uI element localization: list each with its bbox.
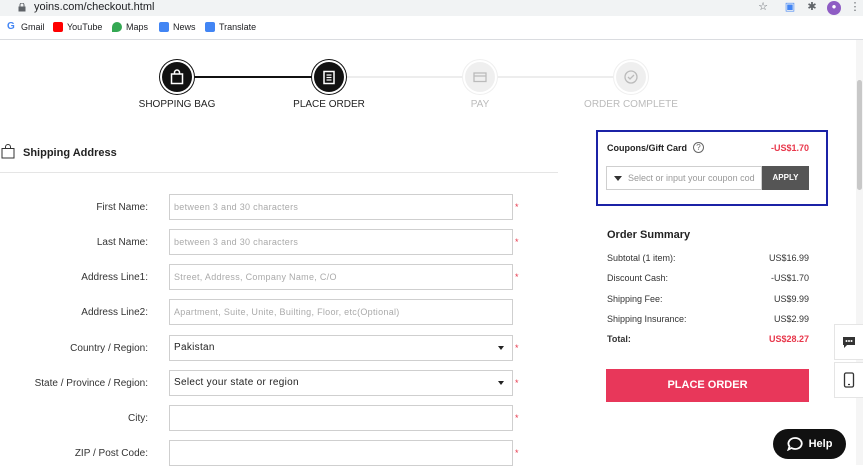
- step-place-order: [314, 62, 344, 92]
- menu-icon[interactable]: ⋮: [849, 1, 861, 13]
- place-order-button[interactable]: PLACE ORDER: [606, 369, 809, 402]
- country-region-value: Pakistan: [174, 342, 215, 353]
- first-name-label: First Name:: [96, 202, 148, 213]
- subtotal-label: Subtotal (1 item):: [607, 253, 676, 263]
- star-icon[interactable]: ☆: [757, 1, 769, 13]
- shipping-address-title: Shipping Address: [23, 147, 117, 159]
- required-marker: *: [515, 448, 519, 458]
- required-marker: *: [515, 202, 519, 212]
- state-province-value: Select your state or region: [174, 377, 299, 388]
- divider: [0, 172, 558, 173]
- chat-tool[interactable]: [834, 324, 863, 360]
- step-label-shopping-bag: SHOPPING BAG: [138, 99, 216, 110]
- zip-code-label: ZIP / Post Code:: [74, 448, 148, 459]
- shopping-bag-icon: [170, 69, 184, 85]
- order-summary-title: Order Summary: [607, 229, 691, 241]
- zip-code-input[interactable]: [169, 440, 513, 466]
- translate-extension-icon[interactable]: ▣: [784, 1, 796, 13]
- country-region-label: Country / Region:: [70, 343, 148, 354]
- clipboard-icon: [323, 70, 335, 85]
- url-text: yoins.com/checkout.html: [34, 1, 155, 13]
- step-label-place-order: PLACE ORDER: [293, 99, 365, 110]
- address-line2-input[interactable]: Apartment, Suite, Unite, Builting, Floor…: [169, 299, 513, 325]
- city-label: City:: [128, 413, 148, 424]
- shipping-fee-value: US$9.99: [773, 294, 809, 304]
- city-input[interactable]: [169, 405, 513, 431]
- address-line1-label: Address Line1:: [81, 272, 148, 283]
- discount-value: -US$1.70: [770, 273, 809, 283]
- coupon-title: Coupons/Gift Card: [607, 143, 687, 153]
- shipping-fee-label: Shipping Fee:: [607, 294, 663, 304]
- bookmark-maps[interactable]: Maps: [112, 22, 148, 32]
- apply-button[interactable]: APPLY: [762, 166, 809, 190]
- chat-bubble-icon: [843, 337, 855, 348]
- last-name-label: Last Name:: [96, 237, 148, 248]
- state-province-label: State / Province / Region:: [34, 378, 148, 389]
- bookmarks-bar: G Gmail YouTube Maps News Translate: [0, 16, 863, 40]
- first-name-input[interactable]: between 3 and 30 characters: [169, 194, 513, 220]
- coupon-input[interactable]: Select or input your coupon cod: [606, 166, 762, 190]
- required-marker: *: [515, 413, 519, 423]
- help-button[interactable]: Help: [773, 429, 846, 459]
- scrollbar-thumb[interactable]: [857, 80, 862, 190]
- subtotal-value: US$16.99: [768, 253, 809, 263]
- lock-icon: [18, 3, 26, 12]
- step-pay: [465, 62, 495, 92]
- coupon-amount: -US$1.70: [770, 143, 809, 153]
- total-value: US$28.27: [768, 334, 809, 344]
- required-marker: *: [515, 378, 519, 388]
- bookmark-youtube[interactable]: YouTube: [53, 22, 102, 32]
- chevron-down-icon: [498, 346, 504, 350]
- chat-icon: [786, 437, 803, 451]
- check-circle-icon: [624, 70, 638, 84]
- step-line-done: [177, 76, 329, 78]
- address-line2-label: Address Line2:: [81, 307, 148, 318]
- step-label-order-complete: ORDER COMPLETE: [584, 99, 678, 110]
- step-label-pay: PAY: [470, 99, 490, 110]
- last-name-input[interactable]: between 3 and 30 characters: [169, 229, 513, 255]
- translate-icon: [205, 22, 215, 32]
- step-order-complete: [616, 62, 646, 92]
- required-marker: *: [515, 343, 519, 353]
- state-province-select[interactable]: Select your state or region: [169, 370, 513, 396]
- bookmark-translate[interactable]: Translate: [205, 22, 256, 32]
- address-bar[interactable]: yoins.com/checkout.html ☆ ▣ ✱ ● ⋮: [0, 0, 863, 16]
- chevron-down-icon[interactable]: [614, 176, 622, 181]
- news-icon: [159, 22, 169, 32]
- step-shopping-bag: [162, 62, 192, 92]
- gmail-icon: G: [7, 22, 17, 32]
- discount-label: Discount Cash:: [607, 273, 669, 283]
- required-marker: *: [515, 237, 519, 247]
- shipping-bag-icon: [1, 144, 15, 159]
- shipping-insurance-value: US$2.99: [773, 314, 809, 324]
- mobile-tool[interactable]: [834, 362, 863, 398]
- bookmark-gmail[interactable]: G Gmail: [7, 22, 45, 32]
- total-label: Total:: [607, 334, 631, 344]
- youtube-icon: [53, 22, 63, 32]
- help-icon[interactable]: ?: [693, 142, 704, 153]
- chevron-down-icon: [498, 381, 504, 385]
- card-icon: [473, 72, 487, 83]
- puzzle-icon[interactable]: ✱: [806, 1, 818, 13]
- help-label: Help: [808, 438, 833, 450]
- bookmark-news[interactable]: News: [159, 22, 196, 32]
- country-region-select[interactable]: Pakistan: [169, 335, 513, 361]
- profile-avatar[interactable]: ●: [827, 1, 841, 15]
- address-line1-input[interactable]: Street, Address, Company Name, C/O: [169, 264, 513, 290]
- shipping-insurance-label: Shipping Insurance:: [607, 314, 687, 324]
- maps-icon: [112, 22, 122, 32]
- required-marker: *: [515, 272, 519, 282]
- mobile-phone-icon: [843, 372, 855, 388]
